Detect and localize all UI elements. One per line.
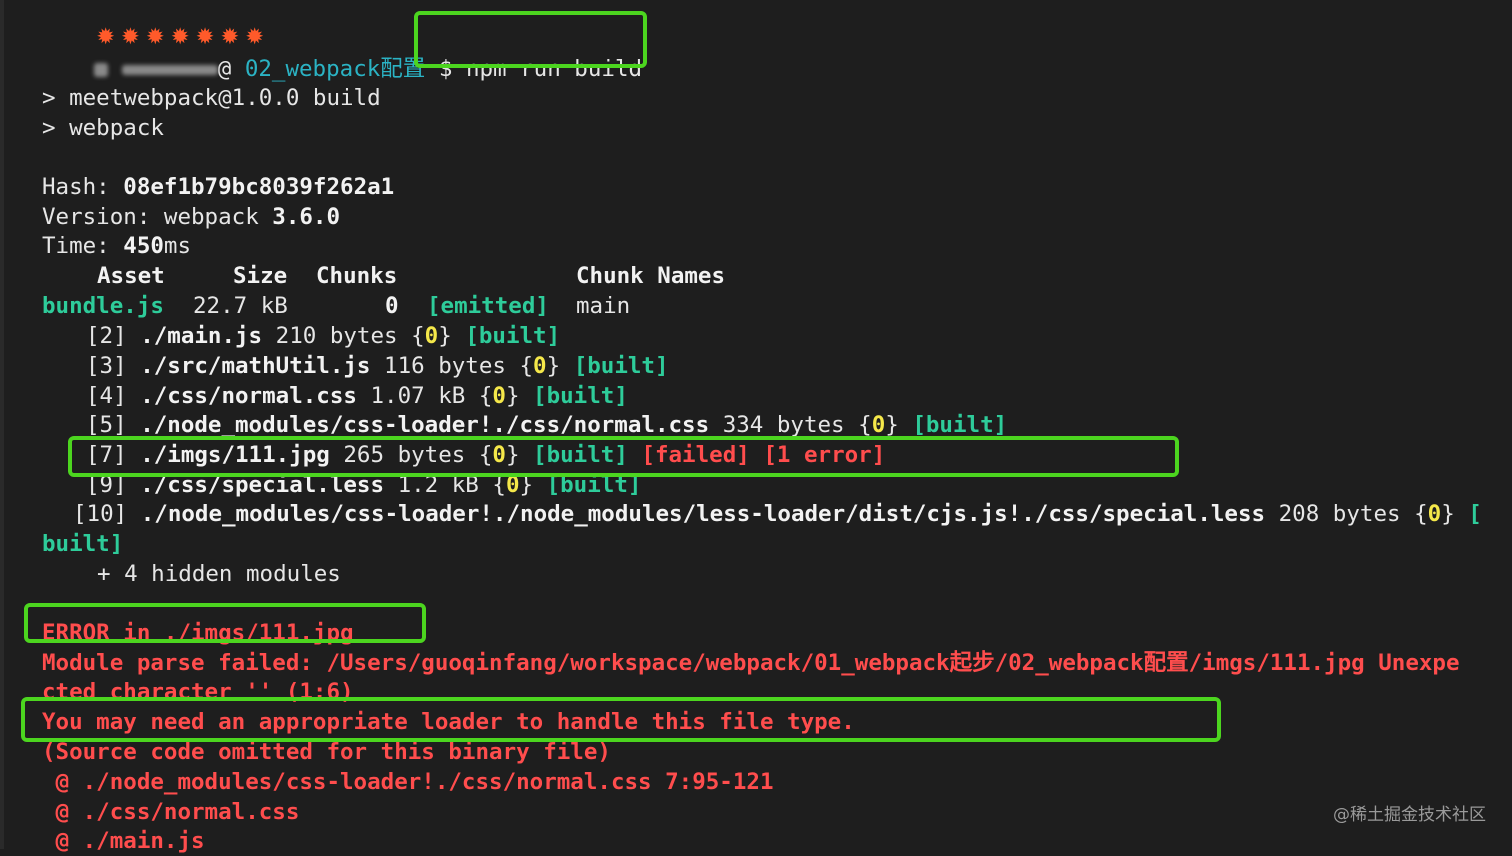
terminal-left-border	[0, 0, 4, 849]
hidden-modules: + 4 hidden modules	[97, 561, 341, 587]
module-size: 116 bytes	[384, 353, 506, 379]
redacted-hostname	[121, 64, 218, 75]
module-id: [2]	[86, 323, 127, 349]
module-status: [built]	[912, 412, 1008, 438]
terminal-window[interactable]: ✹✹✹✹✹✹✹ @ 02_webpack配置 $ npm run build >…	[0, 0, 1512, 854]
module-path: ./css/normal.css	[140, 383, 357, 409]
module-row: [3] ./src/mathUtil.js 116 bytes {0} [bui…	[86, 353, 669, 379]
time-unit: ms	[163, 233, 192, 259]
asset-name: bundle.js	[42, 293, 164, 319]
module-row: [10] ./node_modules/css-loader!./node_mo…	[73, 501, 1482, 527]
failed-module-highlight-box	[68, 436, 1179, 477]
module-size: 334 bytes	[722, 412, 845, 438]
prompt-decoration: ✹✹✹✹✹✹✹	[42, 0, 270, 50]
module-row: [2] ./main.js 210 bytes {0} [built]	[86, 323, 561, 349]
module-row: [4] ./css/normal.css 1.07 kB {0} [built]	[86, 383, 628, 409]
redacted-username	[94, 62, 109, 77]
asset-chunk-name: main	[576, 293, 631, 319]
module-id: [10]	[73, 501, 128, 527]
command-highlight-box	[414, 11, 647, 68]
module-id: [5]	[86, 412, 127, 438]
asset-size: 22.7 kB	[193, 293, 288, 319]
table-header-chunk-names: Chunk Names	[576, 263, 726, 289]
module-chunk: 0	[492, 383, 506, 409]
table-header-asset: Asset	[97, 263, 165, 289]
error-title-highlight-box	[24, 603, 426, 643]
script-line: > webpack	[42, 115, 164, 141]
error-trace: @ ./node_modules/css-loader!./css/normal…	[42, 769, 774, 795]
loader-hint-highlight-box	[21, 697, 1221, 742]
hash-label: Hash:	[42, 174, 124, 200]
time-label: Time:	[42, 233, 124, 259]
time-value: 450	[123, 233, 164, 259]
module-chunk: 0	[533, 353, 547, 379]
module-path: ./src/mathUtil.js	[140, 353, 371, 379]
module-size: 208 bytes	[1278, 501, 1401, 527]
module-chunk: 0	[424, 323, 439, 349]
module-status: [built]	[533, 383, 628, 409]
table-header-size: Size	[233, 263, 288, 289]
script-line: > meetwebpack@1.0.0 build	[42, 85, 381, 111]
hash-value: 08ef1b79bc8039f262a1	[123, 174, 395, 200]
time-line: Time: 450ms	[42, 231, 191, 261]
error-trace: @ ./main.js	[42, 828, 205, 854]
asset-chunks: 0	[385, 293, 399, 319]
version-line: Version: webpack 3.6.0	[42, 202, 340, 232]
module-status: [	[1468, 501, 1482, 527]
module-path: ./node_modules/css-loader!./node_modules…	[140, 501, 1266, 527]
error-trace: @ ./css/normal.css	[42, 799, 300, 825]
module-size: 1.07 kB	[370, 383, 466, 409]
module-chunk: 0	[871, 412, 886, 438]
module-path: ./node_modules/css-loader!./css/normal.c…	[140, 412, 710, 438]
hash-line: Hash: 08ef1b79bc8039f262a1	[42, 172, 394, 202]
module-id: [4]	[86, 383, 127, 409]
version-label: Version: webpack	[42, 204, 273, 230]
module-status: [built]	[573, 353, 669, 379]
prompt-directory: 02_webpack配置	[244, 56, 426, 82]
module-id: [3]	[86, 353, 127, 379]
module-status: [built]	[465, 323, 561, 349]
module-size: 210 bytes	[275, 323, 398, 349]
module-chunk: 0	[1427, 501, 1442, 527]
module-status-wrap: built]	[42, 531, 124, 557]
module-path: ./main.js	[140, 323, 263, 349]
table-header-chunks: Chunks	[316, 263, 398, 289]
error-message: Module parse failed: /Users/guoqinfang/w…	[42, 650, 1460, 676]
version-value: 3.6.0	[272, 204, 341, 230]
prompt-at: @	[217, 56, 232, 82]
asset-status: [emitted]	[427, 293, 549, 319]
watermark: @稀土掘金技术社区	[1333, 805, 1486, 825]
